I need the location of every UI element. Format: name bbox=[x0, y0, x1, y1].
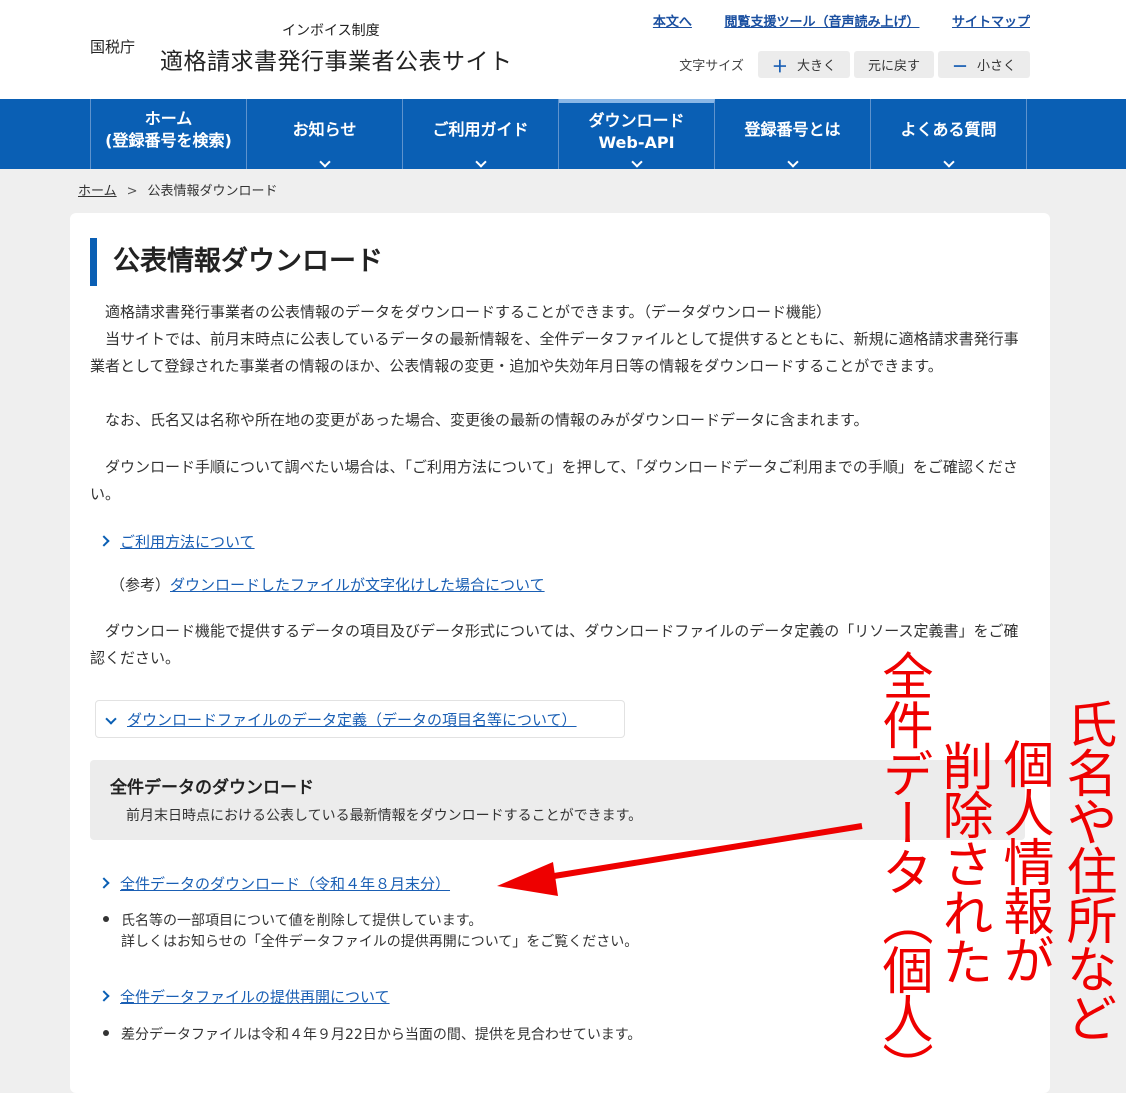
chevron-right-icon bbox=[98, 877, 110, 889]
chevron-right-icon bbox=[98, 990, 110, 1002]
font-smaller-label: 小さく bbox=[976, 59, 1016, 74]
global-nav: ホーム (登録番号を検索) お知らせ ご利用ガイド ダウンロード Web-API… bbox=[0, 99, 1126, 169]
font-reset-button[interactable]: 元に戻す bbox=[853, 51, 934, 78]
chevron-right-icon: > bbox=[126, 184, 138, 199]
bullet-icon bbox=[103, 916, 109, 922]
utility-links: 本文へ 閲覧支援ツール（音声読み上げ） サイトマップ bbox=[625, 11, 1030, 30]
font-size-controls: 文字サイズ ＋ 大きく 元に戻す － 小さく bbox=[679, 51, 1030, 78]
intro-paragraph: 当サイトでは、前月末時点に公表しているデータの最新情報を、全件データファイルとし… bbox=[90, 330, 1019, 375]
annotation-text: 氏名や住所など bbox=[1057, 698, 1116, 1041]
chevron-down-icon bbox=[786, 156, 799, 168]
font-larger-label: 大きく bbox=[796, 59, 836, 74]
site-subtitle: インボイス制度 bbox=[282, 23, 380, 39]
font-larger-button[interactable]: ＋ 大きく bbox=[757, 51, 850, 78]
chevron-right-icon bbox=[98, 535, 110, 547]
intro-paragraph: なお、氏名又は名称や所在地の変更があった場合、変更後の最新の情報のみがダウンロー… bbox=[105, 411, 869, 429]
nav-item-label: ご利用ガイド bbox=[432, 120, 529, 139]
chevron-down-icon bbox=[318, 156, 331, 168]
full-data-download-link[interactable]: 全件データのダウンロード（令和４年８月末分） bbox=[120, 875, 450, 893]
plus-icon: ＋ bbox=[771, 56, 788, 76]
list-item: 氏名等の一部項目について値を削除して提供しています。 詳しくはお知らせの「全件デ… bbox=[103, 911, 638, 953]
site-header: 国税庁 インボイス制度 適格請求書発行事業者公表サイト 本文へ 閲覧支援ツール（… bbox=[0, 0, 1126, 99]
nav-item-label: 登録番号とは bbox=[744, 120, 841, 139]
annotation-text: 全件データ（個人） bbox=[873, 650, 932, 1091]
font-reset-label: 元に戻す bbox=[867, 59, 920, 74]
skip-to-content-link[interactable]: 本文へ bbox=[653, 15, 692, 30]
nav-item-news[interactable]: お知らせ bbox=[247, 99, 403, 169]
chevron-down-icon bbox=[474, 156, 487, 168]
font-size-label: 文字サイズ bbox=[679, 59, 744, 74]
nav-item-home[interactable]: ホーム (登録番号を検索) bbox=[91, 99, 247, 169]
chevron-down-icon bbox=[942, 156, 955, 168]
note-line: 氏名等の一部項目について値を削除して提供しています。 bbox=[121, 913, 483, 929]
nav-item-label: ダウンロード bbox=[588, 111, 685, 130]
nav-item-registration-number[interactable]: 登録番号とは bbox=[715, 99, 871, 169]
agency-logo[interactable]: 国税庁 bbox=[90, 36, 135, 57]
usage-guide-link[interactable]: ご利用方法について bbox=[120, 533, 255, 551]
global-nav-list: ホーム (登録番号を検索) お知らせ ご利用ガイド ダウンロード Web-API… bbox=[90, 99, 1027, 169]
chevron-down-icon bbox=[630, 156, 643, 168]
intro-paragraph: 適格請求書発行事業者の公表情報のデータをダウンロードすることができます。（データ… bbox=[105, 303, 832, 321]
breadcrumb-current: 公表情報ダウンロード bbox=[147, 184, 278, 199]
full-download-link-row: 全件データのダウンロード（令和４年８月末分） bbox=[98, 873, 450, 894]
chevron-down-icon bbox=[105, 713, 117, 725]
nav-item-guide[interactable]: ご利用ガイド bbox=[403, 99, 559, 169]
nav-item-download[interactable]: ダウンロード Web-API bbox=[559, 99, 715, 169]
nav-item-sublabel: Web-API bbox=[598, 133, 675, 152]
breadcrumb: ホーム > 公表情報ダウンロード bbox=[78, 180, 278, 199]
nav-item-label: ホーム bbox=[144, 109, 193, 128]
site-title[interactable]: 適格請求書発行事業者公表サイト bbox=[160, 42, 513, 76]
data-definition-link[interactable]: ダウンロードファイルのデータ定義（データの項目名等について） bbox=[127, 709, 577, 730]
note-line: 詳しくはお知らせの「全件データファイルの提供再開について」をご覧ください。 bbox=[121, 934, 639, 950]
reference-prefix: （参考） bbox=[110, 576, 171, 594]
sitemap-link[interactable]: サイトマップ bbox=[952, 15, 1030, 30]
section-description: 前月末日時点における公表している最新情報をダウンロードすることができます。 bbox=[126, 808, 643, 824]
minus-icon: － bbox=[951, 56, 968, 76]
annotation-text: 個人情報が bbox=[994, 738, 1053, 983]
usage-link-row: ご利用方法について bbox=[98, 531, 255, 552]
section-heading: 全件データのダウンロード bbox=[110, 778, 314, 798]
nav-item-sublabel: (登録番号を検索) bbox=[105, 131, 232, 150]
diff-note: 差分データファイルは令和４年９月22日から当面の間、提供を見合わせています。 bbox=[121, 1027, 642, 1043]
annotation-text: 削除された bbox=[933, 740, 992, 985]
nav-item-faq[interactable]: よくある質問 bbox=[871, 99, 1027, 169]
procedure-paragraph: ダウンロード手順について調べたい場合は、「ご利用方法について」を押して、「ダウン… bbox=[90, 458, 1018, 503]
nav-item-label: よくある質問 bbox=[900, 120, 997, 139]
nav-item-label: お知らせ bbox=[292, 120, 357, 139]
data-definition-accordion[interactable]: ダウンロードファイルのデータ定義（データの項目名等について） bbox=[95, 700, 625, 738]
resume-notice-link[interactable]: 全件データファイルの提供再開について bbox=[120, 988, 390, 1006]
bullet-icon bbox=[103, 1030, 109, 1036]
reference-row: （参考）ダウンロードしたファイルが文字化けした場合について bbox=[110, 574, 545, 595]
breadcrumb-home-link[interactable]: ホーム bbox=[78, 184, 117, 199]
garbled-text-help-link[interactable]: ダウンロードしたファイルが文字化けした場合について bbox=[170, 576, 545, 594]
font-smaller-button[interactable]: － 小さく bbox=[937, 51, 1030, 78]
resume-link-row: 全件データファイルの提供再開について bbox=[98, 986, 390, 1007]
page-title: 公表情報ダウンロード bbox=[90, 238, 383, 286]
accessibility-tool-link[interactable]: 閲覧支援ツール（音声読み上げ） bbox=[724, 15, 919, 30]
list-item: 差分データファイルは令和４年９月22日から当面の間、提供を見合わせています。 bbox=[103, 1025, 641, 1046]
